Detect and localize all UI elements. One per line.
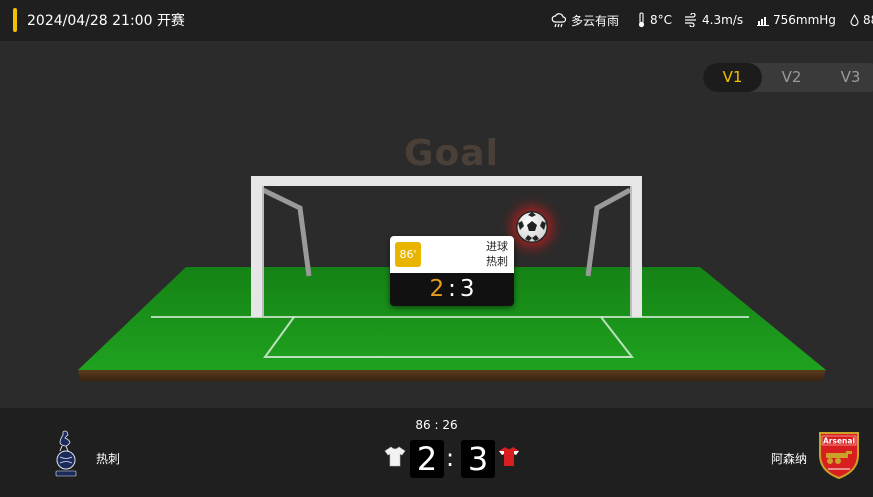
arsenal-badge-text: Arsenal — [823, 437, 855, 446]
tab-v1[interactable]: V1 — [703, 63, 762, 92]
event-minute-badge: 86' — [395, 242, 421, 267]
match-clock: 86 : 26 — [415, 418, 458, 432]
event-home-score: 2 — [429, 276, 445, 302]
tottenham-crest-icon — [55, 430, 77, 477]
score-separator: : — [446, 444, 455, 472]
scoreboard-bar: 86 : 26 热刺 2 : 3 阿森纳 Arsenal — [0, 408, 873, 497]
goal-crossbar — [251, 176, 642, 186]
goal-event-card: 86' 进球 热刺 2:3 — [390, 236, 514, 306]
home-score: 2 — [410, 440, 444, 478]
goal-back-right — [585, 187, 632, 277]
tab-v2[interactable]: V2 — [762, 63, 821, 92]
tab-v3[interactable]: V3 — [821, 63, 873, 92]
home-kit-icon — [384, 446, 406, 467]
event-type-label: 进球 — [486, 240, 508, 253]
event-away-score: 3 — [459, 276, 475, 302]
arsenal-crest-icon: Arsenal — [818, 431, 860, 480]
away-kit-icon — [499, 447, 519, 466]
home-team-name: 热刺 — [96, 452, 121, 466]
pitch-soil-edge — [78, 370, 826, 381]
football-icon — [516, 211, 548, 243]
event-card-score: 2:3 — [390, 273, 514, 306]
version-tabs: V1 V2 V3 — [703, 63, 873, 92]
event-team-label: 热刺 — [486, 255, 508, 268]
event-score-separator: : — [448, 276, 456, 302]
goal-back-left — [261, 187, 312, 277]
away-score: 3 — [461, 440, 495, 478]
goal-overlay-text: Goal — [404, 133, 499, 174]
event-card-header: 86' 进球 热刺 — [390, 236, 514, 273]
match-tracker: 2024/04/28 21:00 开赛 多云有雨 8°C 4.3m/s 756m… — [0, 0, 873, 497]
away-team-name: 阿森纳 — [771, 452, 808, 466]
